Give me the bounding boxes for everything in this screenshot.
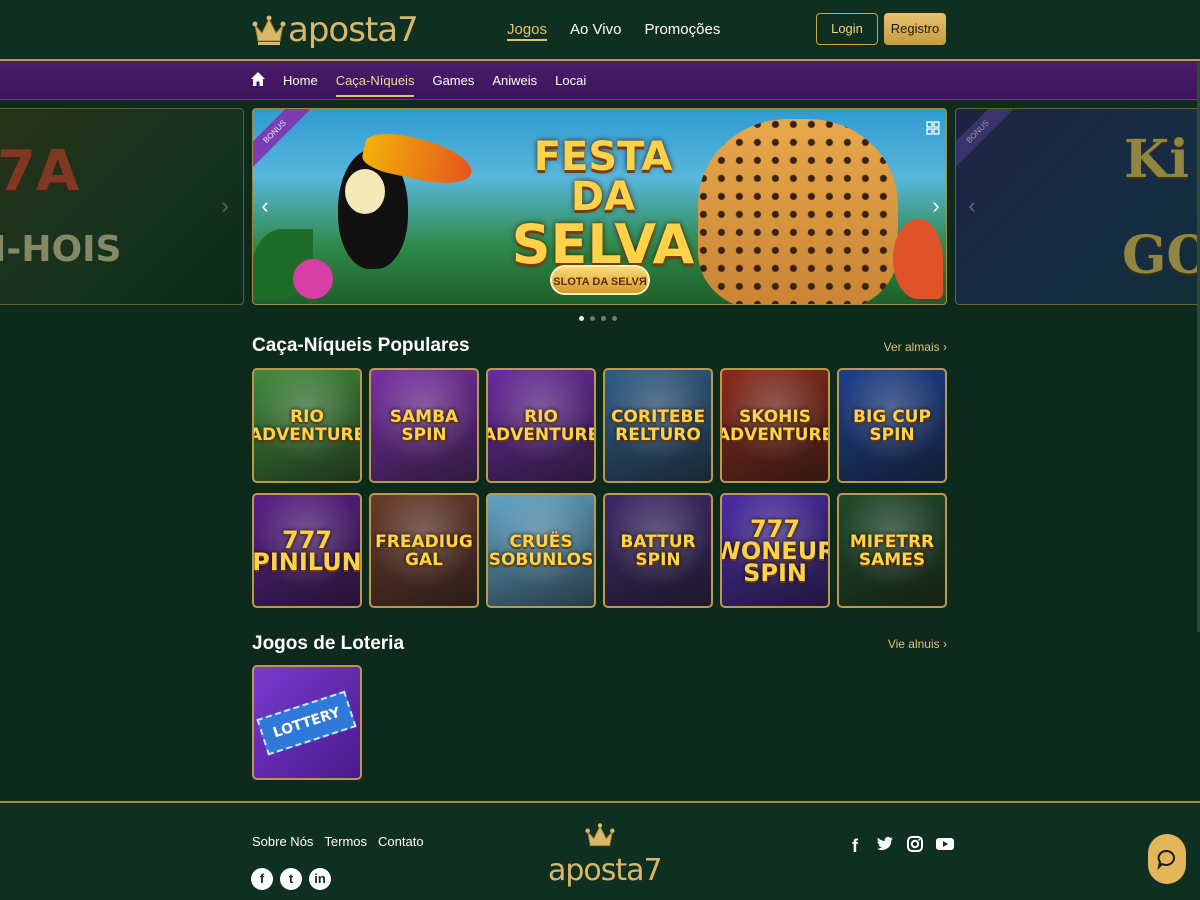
nav-ao-vivo[interactable]: Ao Vivo: [561, 0, 630, 59]
game-tile[interactable]: 777 SPINILUNS: [252, 493, 362, 608]
popular-section-title: Caça-Níqueis Populares: [252, 335, 470, 356]
see-all-label: Ver almais: [883, 340, 940, 354]
carousel-slide-next[interactable]: BONUS ‹ Ki GO: [955, 108, 1200, 305]
home-icon[interactable]: [250, 71, 266, 87]
hero-title: FESTA DA SELVA: [503, 137, 703, 273]
game-tile-title: BIG CUP SPIN: [853, 406, 931, 445]
twitter-icon[interactable]: t: [280, 868, 302, 890]
game-tile[interactable]: BATTUR SPIN: [603, 493, 713, 608]
top-header: aposta7 Jogos Ao Vivo Promoções Login Re…: [0, 0, 1200, 61]
brand-logo[interactable]: aposta7: [252, 8, 419, 52]
grid-icon[interactable]: [926, 121, 940, 135]
subnav-links: Home Caça-Níqueis Games Aniweis Locai: [276, 61, 597, 100]
chevron-left-icon[interactable]: ‹: [255, 194, 275, 218]
game-tile[interactable]: FREADIUG GAL: [369, 493, 479, 608]
game-tile[interactable]: BIG CUP SPIN: [837, 368, 947, 483]
footer-social-right: f: [845, 835, 955, 857]
game-tile-title: RIO ADVENTURE: [486, 406, 596, 445]
subnav-item-home[interactable]: Home: [276, 61, 325, 100]
game-tile[interactable]: RIO ADVENTURE: [252, 368, 362, 483]
nav-jogos[interactable]: Jogos: [498, 0, 556, 59]
linkedin-icon[interactable]: in: [309, 868, 331, 890]
crown-icon: [252, 15, 286, 45]
subnav-item-games[interactable]: Games: [425, 61, 481, 100]
instagram-icon[interactable]: [905, 835, 925, 857]
footer-wordmark: aposta7: [548, 853, 663, 888]
game-tile-title: RIO ADVENTURE: [252, 406, 362, 445]
next-slide-title: Ki: [1124, 129, 1189, 190]
toucan-chest: [345, 169, 385, 214]
flower-decoration: [293, 259, 333, 299]
footer-link-about[interactable]: Sobre Nós: [252, 834, 313, 849]
brand-wordmark: aposta7: [288, 10, 419, 50]
carousel-pagination: [579, 316, 617, 321]
game-tile[interactable]: SKOHIS ADVENTURE: [720, 368, 830, 483]
hero-cta-button[interactable]: SLOTA DA SELVЯ: [550, 265, 650, 295]
nav-promocoes[interactable]: Promoções: [635, 0, 729, 59]
crown-icon: [585, 823, 615, 847]
bonus-ribbon: BONUS: [253, 109, 310, 167]
lottery-game-tile[interactable]: LOTTERY: [252, 665, 362, 780]
game-tile-title: BATTUR SPIN: [620, 531, 696, 570]
footer-link-contact[interactable]: Contato: [378, 834, 424, 849]
chevron-right-icon: ›: [943, 340, 947, 354]
lottery-ticket: LOTTERY: [256, 689, 358, 756]
game-tile[interactable]: CORITEBE RELTURO: [603, 368, 713, 483]
game-tile[interactable]: RIO ADVENTURE: [486, 368, 596, 483]
main-nav: Jogos Ao Vivo Promoções: [498, 0, 734, 59]
see-all-label: Vie alnuis: [887, 637, 940, 651]
carousel-dot[interactable]: [601, 316, 606, 321]
prev-slide-subtitle: I-HOIS: [0, 229, 122, 270]
subnav-item-locai[interactable]: Locai: [548, 61, 593, 100]
game-tile-title: MIFETRR SAMES: [849, 531, 935, 570]
carousel-slide-prev[interactable]: 7A I-HOIS ›: [0, 108, 244, 305]
game-tile-title: FREADIUG GAL: [375, 531, 473, 570]
youtube-icon[interactable]: [935, 835, 955, 857]
game-tile-title: CORITEBE RELTURO: [610, 406, 706, 445]
carousel-dot[interactable]: [612, 316, 617, 321]
game-tile-title: 777 WONEUR SPIN: [720, 514, 830, 587]
page-footer: Sobre Nós Termos Contato f t in aposta7 …: [0, 801, 1200, 900]
lottery-section-title: Jogos de Loteria: [252, 633, 405, 654]
game-tile[interactable]: MIFETRR SAMES: [837, 493, 947, 608]
subnav-item-caca-niqueis[interactable]: Caça-Níqueis: [329, 61, 422, 100]
facebook-icon[interactable]: f: [845, 835, 865, 857]
twitter-icon[interactable]: [875, 835, 895, 857]
popular-see-all-link[interactable]: Ver almais ›: [884, 340, 947, 354]
footer-link-terms[interactable]: Termos: [324, 834, 367, 849]
bonus-ribbon: BONUS: [956, 109, 1013, 167]
game-tile-title: CRUËS SOBUNLOS: [488, 531, 594, 570]
chat-icon: [1157, 850, 1175, 870]
live-chat-button[interactable]: [1148, 834, 1186, 884]
category-subnav: Home Caça-Níqueis Games Aniweis Locai: [0, 61, 1200, 100]
carousel-dot[interactable]: [590, 316, 595, 321]
next-slide-subtitle: GO: [1122, 225, 1200, 286]
chevron-right-icon[interactable]: ›: [215, 194, 235, 218]
chevron-right-icon: ›: [943, 637, 947, 651]
hero-title-line1: FESTA DA: [533, 134, 673, 220]
jaguar-illustration: [698, 119, 898, 304]
game-tile-title: SAMBA SPIN: [389, 406, 459, 445]
hero-carousel: 7A I-HOIS › BONUS FESTA DA SELVA SLOTA D…: [0, 108, 1200, 305]
footer-logo[interactable]: aposta7: [548, 821, 663, 888]
facebook-icon[interactable]: f: [251, 868, 273, 890]
game-tile[interactable]: 777 WONEUR SPIN: [720, 493, 830, 608]
game-tile-title: 777 SPINILUNS: [252, 525, 362, 576]
footer-links: Sobre Nós Termos Contato: [252, 834, 424, 849]
prev-slide-title: 7A: [0, 139, 80, 204]
carousel-dot[interactable]: [579, 316, 584, 321]
login-button[interactable]: Login: [816, 13, 878, 45]
game-tile[interactable]: SAMBA SPIN: [369, 368, 479, 483]
footer-social-left: f t in: [251, 868, 331, 890]
register-button[interactable]: Registro: [884, 13, 946, 45]
chevron-right-icon[interactable]: ›: [926, 194, 946, 218]
flower-decoration-right: [893, 219, 943, 299]
carousel-slide-active[interactable]: BONUS FESTA DA SELVA SLOTA DA SELVЯ ‹ ›: [252, 108, 947, 305]
game-tile[interactable]: CRUËS SOBUNLOS: [486, 493, 596, 608]
subnav-item-aniweis[interactable]: Aniweis: [485, 61, 544, 100]
chevron-left-icon[interactable]: ‹: [962, 194, 982, 218]
game-tile-title: SKOHIS ADVENTURE: [720, 406, 830, 445]
lottery-see-all-link[interactable]: Vie alnuis ›: [888, 637, 947, 651]
